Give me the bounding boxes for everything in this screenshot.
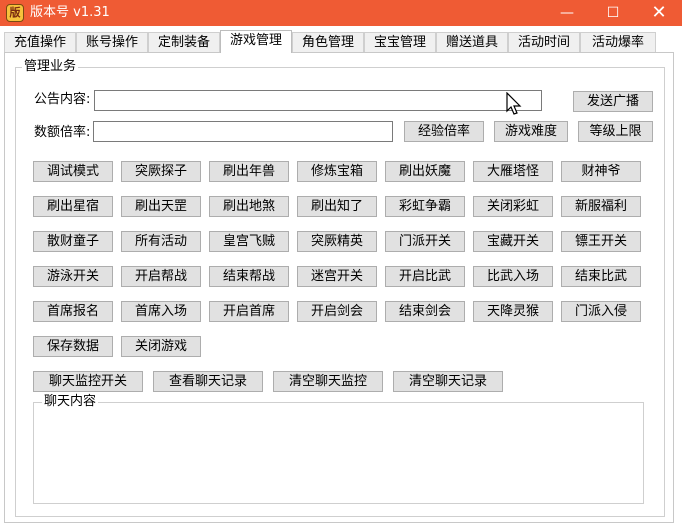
tournament-entry-button[interactable]: 比武入场: [473, 266, 553, 287]
game-difficulty-button[interactable]: 游戏难度: [494, 121, 568, 142]
minimize-button[interactable]: —: [544, 0, 590, 26]
start-tournament-button[interactable]: 开启比武: [385, 266, 465, 287]
announcement-input[interactable]: [94, 90, 542, 111]
training-chest-button[interactable]: 修炼宝箱: [297, 161, 377, 182]
chief-entry-button[interactable]: 首席入场: [121, 301, 201, 322]
all-events-button[interactable]: 所有活动: [121, 231, 201, 252]
multiplier-label: 数额倍率:: [34, 125, 91, 140]
end-sword-meet-button[interactable]: 结束剑会: [385, 301, 465, 322]
spawn-stars-button[interactable]: 刷出星宿: [33, 196, 113, 217]
app-logo-icon: 版: [6, 4, 24, 22]
tab-custom-equipment[interactable]: 定制装备: [148, 32, 220, 52]
tab-gift-items[interactable]: 赠送道具: [436, 32, 508, 52]
tab-pet-management[interactable]: 宝宝管理: [364, 32, 436, 52]
swimming-toggle-button[interactable]: 游泳开关: [33, 266, 113, 287]
treasure-toggle-button[interactable]: 宝藏开关: [473, 231, 553, 252]
escort-king-toggle-button[interactable]: 镖王开关: [561, 231, 641, 252]
clear-chat-log-button[interactable]: 清空聊天记录: [393, 371, 503, 392]
chief-signup-button[interactable]: 首席报名: [33, 301, 113, 322]
maze-toggle-button[interactable]: 迷宫开关: [297, 266, 377, 287]
sect-invasion-button[interactable]: 门派入侵: [561, 301, 641, 322]
spawn-demons-button[interactable]: 刷出妖魔: [385, 161, 465, 182]
turk-elite-button[interactable]: 突厥精英: [297, 231, 377, 252]
clear-chat-monitor-button[interactable]: 清空聊天监控: [273, 371, 383, 392]
mouse-cursor-icon: [506, 92, 522, 115]
end-guild-war-button[interactable]: 结束帮战: [209, 266, 289, 287]
level-cap-button[interactable]: 等级上限: [578, 121, 653, 142]
rainbow-contest-button[interactable]: 彩虹争霸: [385, 196, 465, 217]
wild-goose-pagoda-monster-button[interactable]: 大雁塔怪: [473, 161, 553, 182]
view-chat-log-button[interactable]: 查看聊天记录: [153, 371, 263, 392]
palace-thief-button[interactable]: 皇宫飞贼: [209, 231, 289, 252]
spawn-tiangang-button[interactable]: 刷出天罡: [121, 196, 201, 217]
save-data-button[interactable]: 保存数据: [33, 336, 113, 357]
debug-mode-button[interactable]: 调试模式: [33, 161, 113, 182]
tab-event-drop-rate[interactable]: 活动爆率: [580, 32, 656, 52]
chat-content-title: 聊天内容: [42, 394, 99, 410]
tab-game-management[interactable]: 游戏管理: [220, 30, 292, 53]
sect-toggle-button[interactable]: 门派开关: [385, 231, 465, 252]
chat-content-box[interactable]: 聊天内容: [33, 394, 644, 504]
start-sword-meet-button[interactable]: 开启剑会: [297, 301, 377, 322]
tab-strip: 充值操作 账号操作 定制装备 游戏管理 角色管理 宝宝管理 赠送道具 活动时间 …: [4, 30, 656, 53]
multiplier-input[interactable]: [93, 121, 393, 142]
exp-rate-button[interactable]: 经验倍率: [404, 121, 484, 142]
new-server-benefits-button[interactable]: 新服福利: [561, 196, 641, 217]
spirit-monkey-button[interactable]: 天降灵猴: [473, 301, 553, 322]
chat-monitor-toggle-button[interactable]: 聊天监控开关: [33, 371, 143, 392]
tab-event-time[interactable]: 活动时间: [508, 32, 580, 52]
tab-recharge[interactable]: 充值操作: [4, 32, 76, 52]
shutdown-game-button[interactable]: 关闭游戏: [121, 336, 201, 357]
close-rainbow-button[interactable]: 关闭彩虹: [473, 196, 553, 217]
group-title: 管理业务: [22, 59, 79, 75]
maximize-button[interactable]: ☐: [590, 0, 636, 26]
close-button[interactable]: ✕: [636, 0, 682, 26]
tab-character-management[interactable]: 角色管理: [292, 32, 364, 52]
title-bar[interactable]: 版 版本号 v1.31 — ☐ ✕: [0, 0, 682, 26]
announcement-label: 公告内容:: [34, 92, 91, 107]
end-tournament-button[interactable]: 结束比武: [561, 266, 641, 287]
god-of-wealth-button[interactable]: 财神爷: [561, 161, 641, 182]
start-chief-button[interactable]: 开启首席: [209, 301, 289, 322]
spawn-nian-beast-button[interactable]: 刷出年兽: [209, 161, 289, 182]
tab-account[interactable]: 账号操作: [76, 32, 148, 52]
wealth-boy-button[interactable]: 散财童子: [33, 231, 113, 252]
spawn-cicada-button[interactable]: 刷出知了: [297, 196, 377, 217]
spawn-disha-button[interactable]: 刷出地煞: [209, 196, 289, 217]
turk-scout-button[interactable]: 突厥探子: [121, 161, 201, 182]
window-title: 版本号 v1.31: [30, 5, 110, 20]
send-broadcast-button[interactable]: 发送广播: [573, 91, 653, 112]
start-guild-war-button[interactable]: 开启帮战: [121, 266, 201, 287]
